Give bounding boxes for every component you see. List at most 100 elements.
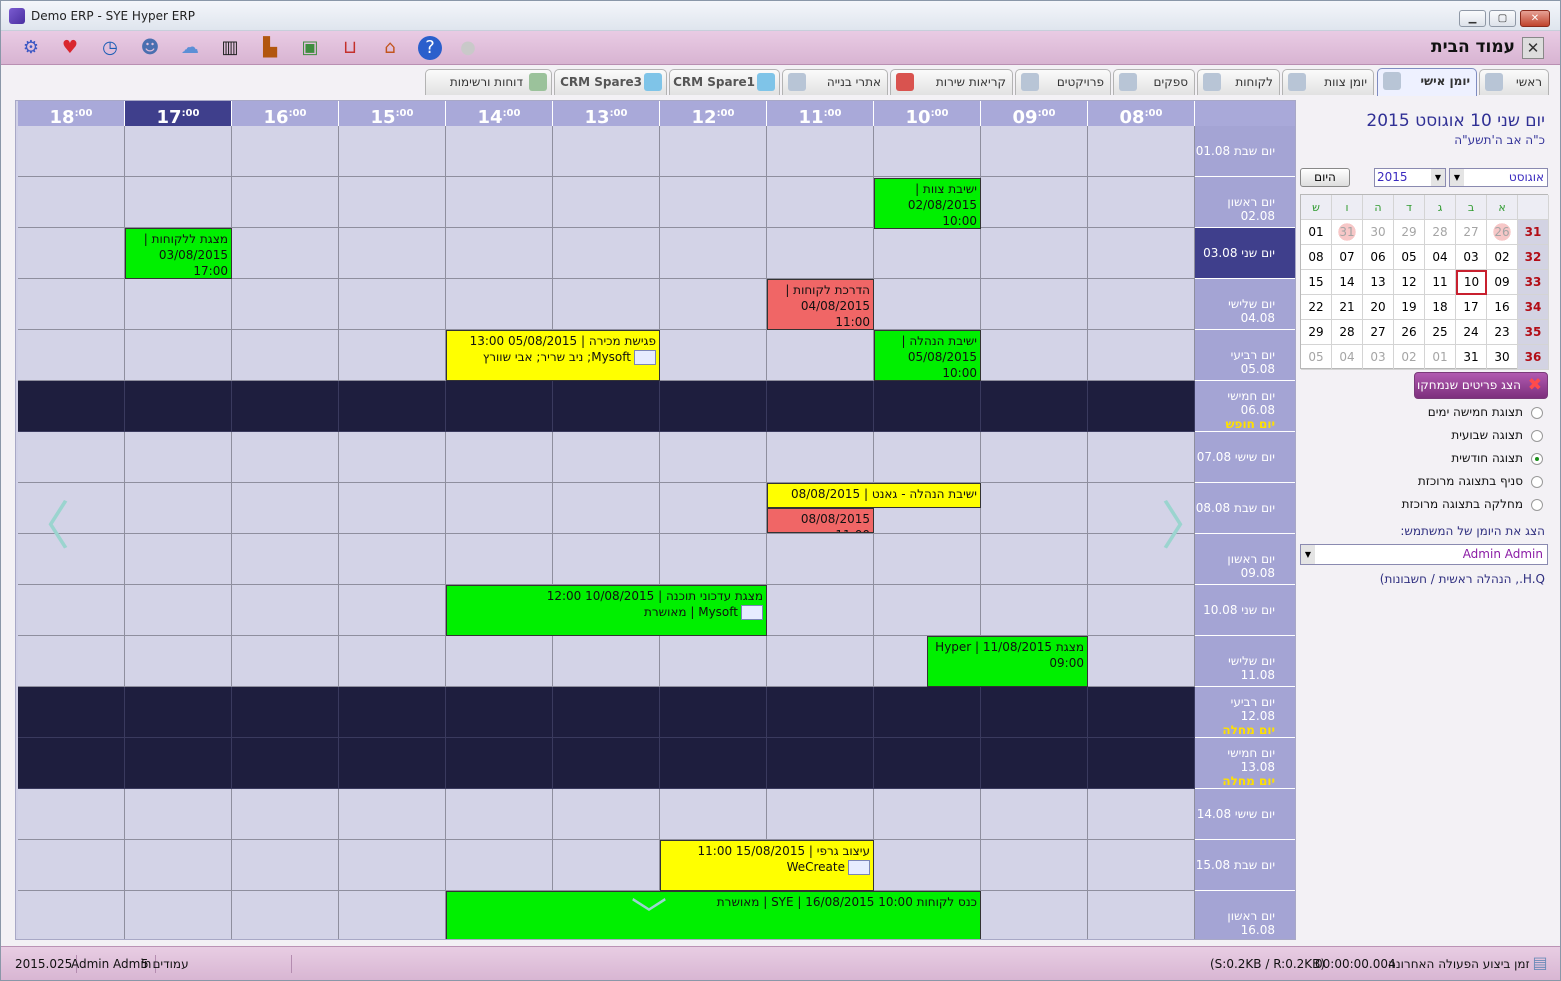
time-slot[interactable] (232, 636, 339, 687)
day-label[interactable]: יום שישי 07.08 (1195, 432, 1295, 483)
time-slot[interactable] (981, 126, 1088, 177)
year-select[interactable]: 2015 ▼ (1374, 168, 1446, 187)
time-slot[interactable] (18, 840, 125, 891)
time-slot[interactable] (446, 381, 553, 432)
time-slot[interactable] (125, 636, 232, 687)
calendar-day[interactable]: 23 (1487, 320, 1518, 345)
time-slot[interactable] (981, 891, 1088, 939)
calendar-day[interactable]: 10 (1456, 270, 1487, 295)
close-page-button[interactable]: ✕ (1522, 37, 1544, 59)
calendar-event[interactable]: 08/08/2015 11:00 (767, 508, 874, 533)
tab-construction-sites[interactable]: אתרי בנייה (782, 69, 888, 95)
bulb-icon[interactable]: ● (456, 36, 480, 60)
barcode-icon[interactable]: ▥ (218, 36, 242, 60)
time-slot[interactable] (125, 177, 232, 228)
time-slot[interactable] (1088, 126, 1195, 177)
tab-suppliers[interactable]: ספקים (1113, 69, 1195, 95)
time-slot[interactable] (767, 126, 874, 177)
time-slot[interactable] (339, 738, 446, 789)
time-slot[interactable] (339, 228, 446, 279)
time-slot[interactable] (18, 585, 125, 636)
time-slot[interactable] (446, 840, 553, 891)
time-slot[interactable] (232, 177, 339, 228)
time-slot[interactable] (1088, 432, 1195, 483)
time-slot[interactable] (1088, 687, 1195, 738)
prev-arrow-icon[interactable]: 〈 (18, 501, 70, 553)
time-slot[interactable] (660, 381, 767, 432)
time-slot[interactable] (981, 738, 1088, 789)
calendar-day[interactable]: 02 (1394, 345, 1425, 370)
time-slot[interactable] (339, 534, 446, 585)
day-label[interactable]: יום ראשון 02.08 (1195, 177, 1295, 228)
time-slot[interactable] (553, 126, 660, 177)
calendar-day[interactable]: 15 (1301, 270, 1332, 295)
day-label[interactable]: יום חמישי 13.08 יום מחלה (1195, 738, 1295, 789)
calendar-day[interactable]: 28 (1425, 220, 1456, 245)
time-slot[interactable] (1088, 330, 1195, 381)
time-slot[interactable] (874, 228, 981, 279)
time-slot[interactable] (874, 738, 981, 789)
time-slot[interactable] (18, 891, 125, 939)
time-slot[interactable] (232, 126, 339, 177)
calendar-day[interactable]: 03 (1456, 245, 1487, 270)
calendar-event[interactable]: פגישת מכירה | 05/08/2015 13:00 Mysoft; ני… (446, 330, 660, 381)
time-slot[interactable] (660, 330, 767, 381)
time-slot[interactable] (446, 687, 553, 738)
radio-button[interactable] (1531, 475, 1543, 488)
time-slot[interactable] (767, 789, 874, 840)
time-slot[interactable] (18, 636, 125, 687)
time-slot[interactable] (125, 432, 232, 483)
calendar-day[interactable]: 05 (1394, 245, 1425, 270)
time-slot[interactable] (125, 279, 232, 330)
calendar-day[interactable]: 07 (1332, 245, 1363, 270)
day-label[interactable]: יום רביעי 05.08 (1195, 330, 1295, 381)
calendar-day[interactable]: 29 (1394, 220, 1425, 245)
time-slot[interactable] (232, 687, 339, 738)
time-slot[interactable] (767, 228, 874, 279)
heart-icon[interactable]: ♥ (58, 36, 82, 60)
calendar-day[interactable]: 31 (1456, 345, 1487, 370)
radio-button[interactable] (1531, 498, 1543, 511)
gear-icon[interactable]: ⚙ (19, 36, 43, 60)
day-label[interactable]: יום שני 03.08 (1195, 228, 1295, 279)
calendar-day[interactable]: 29 (1301, 320, 1332, 345)
time-slot[interactable] (553, 432, 660, 483)
time-slot[interactable] (18, 177, 125, 228)
time-slot[interactable] (553, 789, 660, 840)
calendar-day[interactable]: 27 (1456, 220, 1487, 245)
time-slot[interactable] (981, 279, 1088, 330)
time-slot[interactable] (339, 381, 446, 432)
time-slot[interactable] (660, 279, 767, 330)
time-slot[interactable] (232, 789, 339, 840)
calendar-event[interactable]: ישיבת הנהלה - גאנט | 08/08/2015 (767, 483, 981, 508)
day-label[interactable]: יום שבת 01.08 (1195, 126, 1295, 177)
time-slot[interactable] (232, 534, 339, 585)
time-slot[interactable] (339, 432, 446, 483)
time-slot[interactable] (767, 687, 874, 738)
time-slot[interactable] (553, 840, 660, 891)
time-slot[interactable] (660, 126, 767, 177)
next-arrow-icon[interactable]: 〉 (1161, 501, 1213, 553)
time-slot[interactable] (339, 789, 446, 840)
time-slot[interactable] (1088, 789, 1195, 840)
time-slot[interactable] (767, 585, 874, 636)
time-slot[interactable] (874, 789, 981, 840)
factory-icon[interactable]: ▙ (258, 36, 282, 60)
day-label[interactable]: יום רביעי 12.08 יום מחלה (1195, 687, 1295, 738)
calendar-day[interactable]: 31 (1332, 220, 1363, 245)
time-slot[interactable] (232, 279, 339, 330)
time-slot[interactable] (874, 432, 981, 483)
calendar-day[interactable]: 21 (1332, 295, 1363, 320)
time-slot[interactable] (874, 381, 981, 432)
time-slot[interactable] (125, 330, 232, 381)
minimize-button[interactable]: ▁ (1459, 10, 1486, 27)
calendar-day[interactable]: 22 (1301, 295, 1332, 320)
time-slot[interactable] (232, 840, 339, 891)
time-slot[interactable] (1088, 381, 1195, 432)
tab-service-calls[interactable]: קריאות שירות (890, 69, 1013, 95)
time-slot[interactable] (339, 891, 446, 939)
time-slot[interactable] (874, 840, 981, 891)
time-slot[interactable] (1088, 279, 1195, 330)
time-slot[interactable] (981, 177, 1088, 228)
time-slot[interactable] (981, 381, 1088, 432)
